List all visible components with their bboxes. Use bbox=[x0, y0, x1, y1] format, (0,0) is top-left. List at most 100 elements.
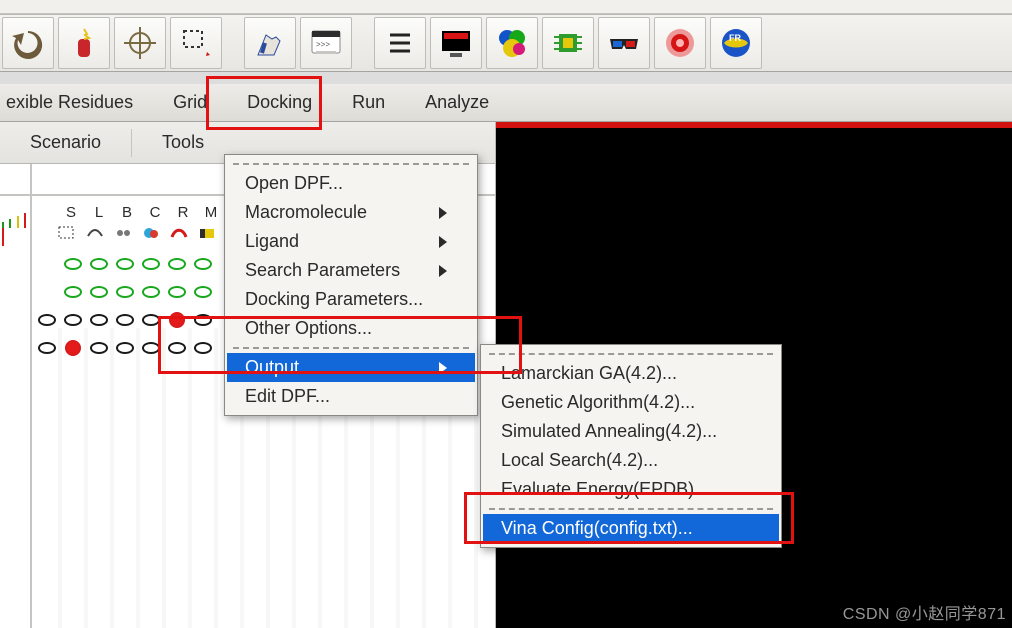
menu-grid[interactable]: Grid bbox=[153, 84, 227, 121]
ribbon-icon[interactable] bbox=[168, 224, 190, 242]
output-menu-item[interactable]: Evaluate Energy(EPDB)... bbox=[483, 475, 779, 504]
select-box-icon[interactable] bbox=[56, 224, 78, 242]
output-menu-item[interactable]: Genetic Algorithm(4.2)... bbox=[483, 388, 779, 417]
output-menu-item[interactable]: Local Search(4.2)... bbox=[483, 446, 779, 475]
hand-pointer-icon[interactable] bbox=[244, 17, 296, 69]
menu-analyze[interactable]: Analyze bbox=[405, 84, 509, 121]
chip-icon[interactable] bbox=[542, 17, 594, 69]
watermark: CSDN @小赵同学871 bbox=[843, 600, 1006, 624]
line-icon[interactable] bbox=[84, 224, 106, 242]
state-cell[interactable] bbox=[114, 253, 136, 275]
rgb-spheres-icon[interactable] bbox=[486, 17, 538, 69]
svg-text:>>>: >>> bbox=[316, 40, 330, 49]
state-cell[interactable] bbox=[36, 281, 58, 303]
state-cell[interactable] bbox=[166, 281, 188, 303]
docking-menu-item[interactable]: Ligand bbox=[227, 227, 475, 256]
object-row[interactable] bbox=[36, 334, 240, 362]
menu-item-label: Other Options... bbox=[245, 318, 372, 339]
panel-left-divider bbox=[30, 164, 32, 628]
viewport-top-stripe bbox=[496, 122, 1012, 128]
menu-item-label: Docking Parameters... bbox=[245, 289, 423, 310]
state-cell[interactable] bbox=[114, 281, 136, 303]
state-cell[interactable] bbox=[192, 253, 214, 275]
svg-text:FR: FR bbox=[729, 33, 741, 43]
output-menu-item[interactable]: Vina Config(config.txt)... bbox=[483, 514, 779, 543]
lines-icon[interactable] bbox=[374, 17, 426, 69]
main-toolbar: >>> FR bbox=[0, 14, 1012, 72]
submenu-arrow-icon bbox=[439, 207, 447, 219]
menu-item-label: Open DPF... bbox=[245, 173, 343, 194]
surface-icon[interactable] bbox=[196, 224, 218, 242]
state-cell[interactable] bbox=[114, 337, 136, 359]
state-cell[interactable] bbox=[36, 309, 58, 331]
menu-scenario[interactable]: Scenario bbox=[0, 126, 131, 159]
glasses-3d-icon[interactable] bbox=[598, 17, 650, 69]
state-cell[interactable] bbox=[36, 337, 58, 359]
menu-docking[interactable]: Docking bbox=[227, 84, 332, 121]
crosshair-icon[interactable] bbox=[114, 17, 166, 69]
menu-item-label: Macromolecule bbox=[245, 202, 367, 223]
menu-tools[interactable]: Tools bbox=[132, 126, 234, 159]
monitor-icon[interactable] bbox=[430, 17, 482, 69]
ball-icon[interactable] bbox=[112, 224, 134, 242]
menu-item-label: Vina Config(config.txt)... bbox=[501, 518, 693, 539]
menu-item-label: Lamarckian GA(4.2)... bbox=[501, 363, 677, 384]
state-cell[interactable] bbox=[88, 309, 110, 331]
state-cell[interactable] bbox=[62, 253, 84, 275]
submenu-arrow-icon bbox=[439, 236, 447, 248]
state-cell[interactable] bbox=[62, 337, 84, 359]
console-icon[interactable]: >>> bbox=[300, 17, 352, 69]
docking-menu-item[interactable]: Macromolecule bbox=[227, 198, 475, 227]
output-menu-item[interactable]: Lamarckian GA(4.2)... bbox=[483, 359, 779, 388]
state-cell[interactable] bbox=[62, 281, 84, 303]
state-cell[interactable] bbox=[192, 309, 214, 331]
state-cell[interactable] bbox=[140, 337, 162, 359]
menu-separator bbox=[489, 508, 773, 510]
state-cell[interactable] bbox=[88, 281, 110, 303]
cpk-icon[interactable] bbox=[140, 224, 162, 242]
menu-item-label: Simulated Annealing(4.2)... bbox=[501, 421, 717, 442]
object-row[interactable] bbox=[36, 250, 240, 278]
firecracker-icon[interactable] bbox=[58, 17, 110, 69]
col-L: L bbox=[88, 204, 110, 221]
output-submenu: Lamarckian GA(4.2)... Genetic Algorithm(4… bbox=[480, 344, 782, 548]
globe-fr-icon[interactable]: FR bbox=[710, 17, 762, 69]
state-cell[interactable] bbox=[62, 309, 84, 331]
state-cell[interactable] bbox=[166, 337, 188, 359]
state-cell[interactable] bbox=[166, 309, 188, 331]
undo-icon[interactable] bbox=[2, 17, 54, 69]
menu-item-label: Genetic Algorithm(4.2)... bbox=[501, 392, 695, 413]
state-cell[interactable] bbox=[114, 309, 136, 331]
state-cell[interactable] bbox=[88, 337, 110, 359]
state-cell[interactable] bbox=[140, 309, 162, 331]
menu-run[interactable]: Run bbox=[332, 84, 405, 121]
object-row[interactable] bbox=[36, 278, 240, 306]
state-cell[interactable] bbox=[140, 253, 162, 275]
menu-item-label: Evaluate Energy(EPDB)... bbox=[501, 479, 709, 500]
target-red-icon[interactable] bbox=[654, 17, 706, 69]
output-menu-item[interactable]: Simulated Annealing(4.2)... bbox=[483, 417, 779, 446]
col-S: S bbox=[60, 204, 82, 221]
docking-menu-item[interactable]: Search Parameters bbox=[227, 256, 475, 285]
state-cell[interactable] bbox=[140, 281, 162, 303]
state-cell[interactable] bbox=[36, 253, 58, 275]
object-rows bbox=[36, 250, 240, 362]
docking-menu-item[interactable]: Docking Parameters... bbox=[227, 285, 475, 314]
submenu-arrow-icon bbox=[439, 265, 447, 277]
col-C: C bbox=[144, 204, 166, 221]
column-header-icons bbox=[56, 224, 246, 242]
menu-flexible-residues[interactable]: exible Residues bbox=[0, 84, 153, 121]
state-cell[interactable] bbox=[166, 253, 188, 275]
state-cell[interactable] bbox=[192, 337, 214, 359]
docking-menu-item[interactable]: Open DPF... bbox=[227, 169, 475, 198]
docking-menu-item[interactable]: Other Options... bbox=[227, 314, 475, 343]
lasso-icon[interactable] bbox=[170, 17, 222, 69]
col-B: B bbox=[116, 204, 138, 221]
docking-menu-item[interactable]: Output bbox=[227, 353, 475, 382]
object-row[interactable] bbox=[36, 306, 240, 334]
state-cell[interactable] bbox=[192, 281, 214, 303]
state-cell[interactable] bbox=[88, 253, 110, 275]
docking-menu-item[interactable]: Edit DPF... bbox=[227, 382, 475, 411]
menu-separator bbox=[233, 347, 469, 349]
meter-icon bbox=[2, 210, 28, 228]
